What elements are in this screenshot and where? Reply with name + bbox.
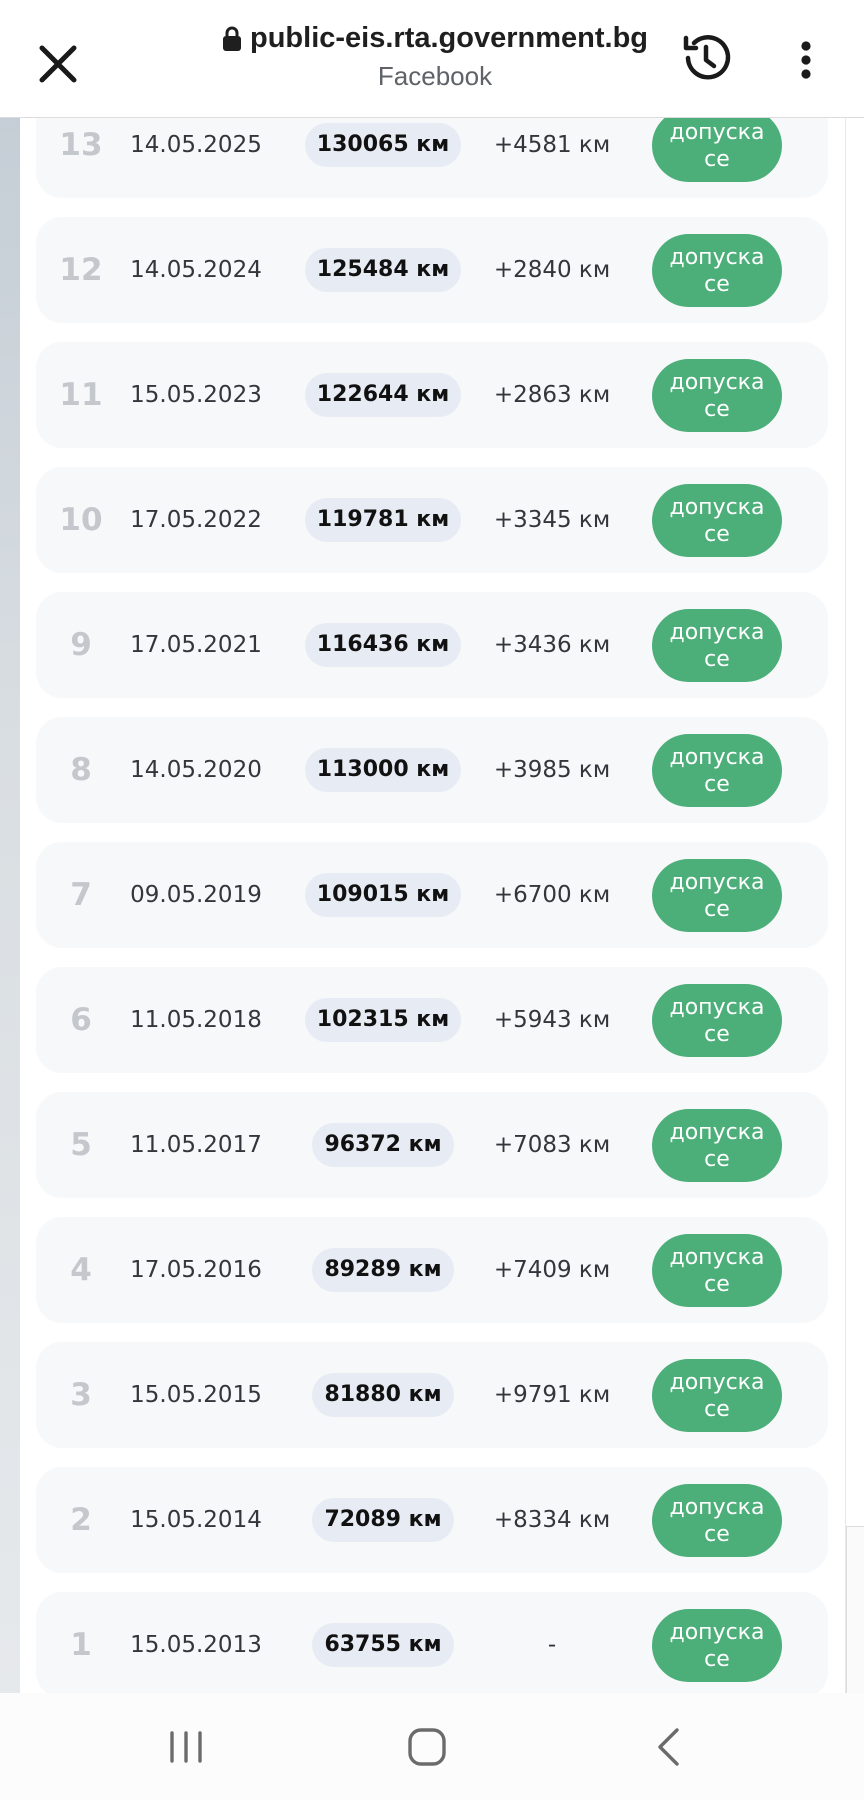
mileage-difference: +2863 км [493,382,611,408]
background-edge-right [846,118,864,1776]
status-badge[interactable]: допуска се [652,859,782,932]
mileage-difference: +8334 км [493,1507,611,1533]
status-badge[interactable]: допуска се [652,1609,782,1682]
mileage-difference: +2840 км [493,257,611,283]
inspection-date: 17.05.2021 [130,632,262,658]
inspection-row: 13 14.05.2025 130065 км +4581 км допуска се [36,118,828,198]
inspection-history-list[interactable]: 13 14.05.2025 130065 км +4581 км допуска се 1… [20,118,846,1693]
inspection-date: 14.05.2024 [130,257,262,283]
mileage-difference: +3436 км [493,632,611,658]
inspection-date: 11.05.2017 [130,1132,262,1158]
inspection-row: 3 15.05.2015 81880 км +9791 км допуска се [36,1342,828,1448]
back-button[interactable] [638,1719,698,1775]
page-url: public-eis.rta.government.bg [250,22,648,54]
page-source-label: Facebook [377,61,493,91]
status-badge[interactable]: допуска се [652,484,782,557]
history-icon [683,35,731,80]
status-badge[interactable]: допуска се [652,1359,782,1432]
inspection-row: 9 17.05.2021 116436 км +3436 км допуска се [36,592,828,698]
mileage-difference: +4581 км [493,132,611,158]
odometer-badge: 119781 км [305,498,461,542]
inspection-date: 11.05.2018 [130,1007,262,1033]
inspection-date: 15.05.2015 [130,1382,262,1408]
lock-icon [223,26,241,51]
status-badge[interactable]: допуска се [652,734,782,807]
odometer-badge: 96372 км [312,1123,454,1167]
inspection-row: 10 17.05.2022 119781 км +3345 км допуска се [36,467,828,573]
inspection-row: 1 15.05.2013 63755 км - допуска се [36,1592,828,1693]
recents-button[interactable] [156,1719,216,1775]
inspection-date: 17.05.2022 [130,507,262,533]
background-edge-left [0,118,20,1693]
inspection-date: 17.05.2016 [130,1257,262,1283]
inspection-date: 09.05.2019 [130,882,262,908]
inspection-date: 15.05.2013 [130,1632,262,1658]
home-button[interactable] [397,1719,457,1775]
inspection-row: 5 11.05.2017 96372 км +7083 км допуска се [36,1092,828,1198]
mileage-difference: +3985 км [493,757,611,783]
status-badge[interactable]: допуска се [652,1234,782,1307]
mileage-difference: - [547,1632,557,1658]
odometer-badge: 63755 км [312,1623,454,1667]
inspection-row: 8 14.05.2020 113000 км +3985 км допуска се [36,717,828,823]
status-badge[interactable]: допуска се [652,234,782,307]
inspection-row: 6 11.05.2018 102315 км +5943 км допуска се [36,967,828,1073]
inspection-row: 7 09.05.2019 109015 км +6700 км допуска се [36,842,828,948]
status-badge[interactable]: допуска се [652,359,782,432]
phone-screen: public-eis.rta.government.bg Facebook 13… [0,0,864,1800]
back-icon [658,1728,679,1766]
odometer-badge: 72089 км [312,1498,454,1542]
status-badge[interactable]: допуска се [652,984,782,1057]
inspection-date: 15.05.2014 [130,1507,262,1533]
odometer-badge: 102315 км [305,998,461,1042]
home-icon [408,1728,446,1766]
close-button[interactable] [30,36,86,92]
odometer-badge: 89289 км [312,1248,454,1292]
inspection-date: 14.05.2025 [130,132,262,158]
browser-top-bar: public-eis.rta.government.bg Facebook [0,0,864,118]
odometer-badge: 130065 км [305,123,461,167]
odometer-badge: 81880 км [312,1373,454,1417]
inspection-row: 12 14.05.2024 125484 км +2840 км допуска се [36,217,828,323]
odometer-badge: 116436 км [305,623,461,667]
inspection-row: 11 15.05.2023 122644 км +2863 км допуска се [36,342,828,448]
mileage-difference: +5943 км [493,1007,611,1033]
more-options-button[interactable] [782,32,830,88]
mileage-difference: +7409 км [493,1257,611,1283]
odometer-badge: 109015 км [305,873,461,917]
inspection-row: 4 17.05.2016 89289 км +7409 км допуска се [36,1217,828,1323]
odometer-badge: 122644 км [305,373,461,417]
recents-icon [170,1731,202,1763]
inspection-date: 15.05.2023 [130,382,262,408]
status-badge[interactable]: допуска се [652,609,782,682]
mileage-difference: +6700 км [493,882,611,908]
address-bar[interactable]: public-eis.rta.government.bg Facebook [200,22,670,92]
close-icon [39,45,77,83]
inspection-date: 14.05.2020 [130,757,262,783]
odometer-badge: 113000 км [305,748,461,792]
history-button[interactable] [676,28,736,88]
mileage-difference: +9791 км [493,1382,611,1408]
mileage-difference: +3345 км [493,507,611,533]
inspection-row: 2 15.05.2014 72089 км +8334 км допуска се [36,1467,828,1573]
status-badge[interactable]: допуска се [652,1484,782,1557]
status-badge[interactable]: допуска се [652,1109,782,1182]
more-vert-icon [801,41,811,79]
mileage-difference: +7083 км [493,1132,611,1158]
system-navigation-bar [0,1693,864,1800]
odometer-badge: 125484 км [305,248,461,292]
status-badge[interactable]: допуска се [652,118,782,182]
